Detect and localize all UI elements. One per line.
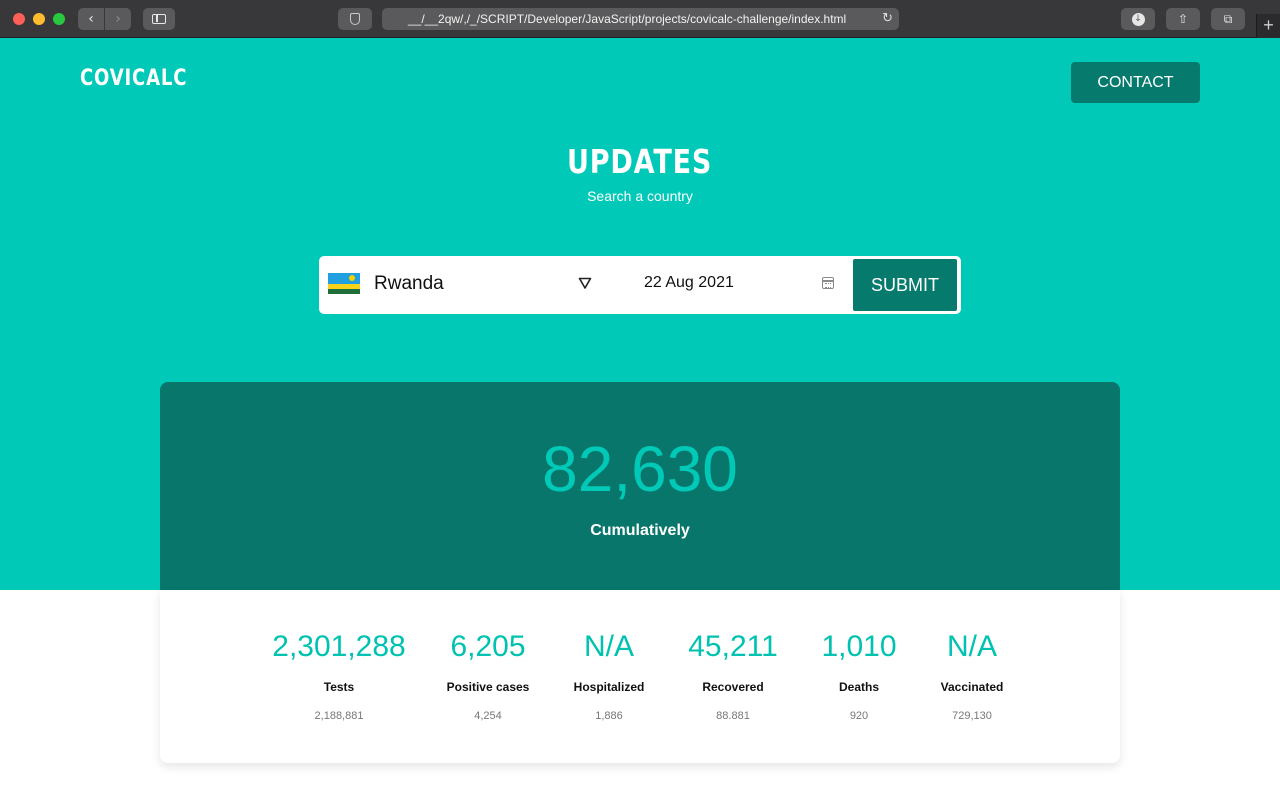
new-tab-icon[interactable]: +	[1256, 14, 1280, 38]
stats-card: 2,301,288 Tests 2,188,881 6,205 Positive…	[160, 590, 1120, 763]
calendar-icon[interactable]	[822, 277, 834, 289]
stat-label: Tests	[323, 680, 355, 694]
page-subtitle: Search a country	[587, 188, 693, 204]
page: COVICALC CONTACT UPDATES Search a countr…	[0, 38, 1280, 800]
page-title: UPDATES	[0, 142, 1280, 181]
chevron-down-icon[interactable]	[578, 276, 592, 290]
contact-button[interactable]: CONTACT	[1071, 62, 1200, 103]
close-window-button[interactable]	[13, 13, 25, 25]
forward-icon[interactable]: ›	[105, 8, 131, 30]
logo[interactable]: COVICALC	[80, 66, 187, 91]
reload-icon[interactable]: ↻	[882, 8, 893, 30]
stat-value: N/A	[946, 630, 997, 663]
tabs-icon[interactable]: ⧉	[1211, 8, 1245, 30]
minimize-window-button[interactable]	[33, 13, 45, 25]
zoom-window-button[interactable]	[53, 13, 65, 25]
cumulative-label: Cumulatively	[590, 522, 690, 539]
stat-previous: 2,188,881	[314, 710, 364, 722]
back-icon[interactable]: ‹	[78, 8, 104, 30]
date-input[interactable]: 22 Aug 2021	[644, 274, 734, 292]
cumulative-card: 82,630 Cumulatively	[160, 382, 1120, 590]
submit-button[interactable]: SUBMIT	[853, 259, 957, 311]
sidebar-icon[interactable]	[143, 8, 175, 30]
url-text: __/__2qw/,/_/SCRIPT/Developer/JavaScript…	[408, 12, 847, 26]
stat-label: Vaccinated	[940, 680, 1004, 694]
address-bar[interactable]: __/__2qw/,/_/SCRIPT/Developer/JavaScript…	[382, 8, 899, 30]
stat-previous: 729,130	[952, 710, 992, 722]
browser-toolbar: ‹ › __/__2qw/,/_/SCRIPT/Developer/JavaSc…	[0, 0, 1280, 38]
stat-value: 2,301,288	[272, 630, 406, 663]
download-icon[interactable]: ↓	[1121, 8, 1155, 30]
rwanda-flag-icon	[328, 273, 360, 294]
page-title-text: UPDATES	[567, 142, 713, 181]
country-select[interactable]: Rwanda	[374, 273, 444, 295]
cumulative-value: 82,630	[542, 433, 738, 505]
share-icon[interactable]: ⇧	[1166, 8, 1200, 30]
search-form: Rwanda 22 Aug 2021 SUBMIT	[319, 256, 961, 314]
shield-icon[interactable]	[338, 8, 372, 30]
